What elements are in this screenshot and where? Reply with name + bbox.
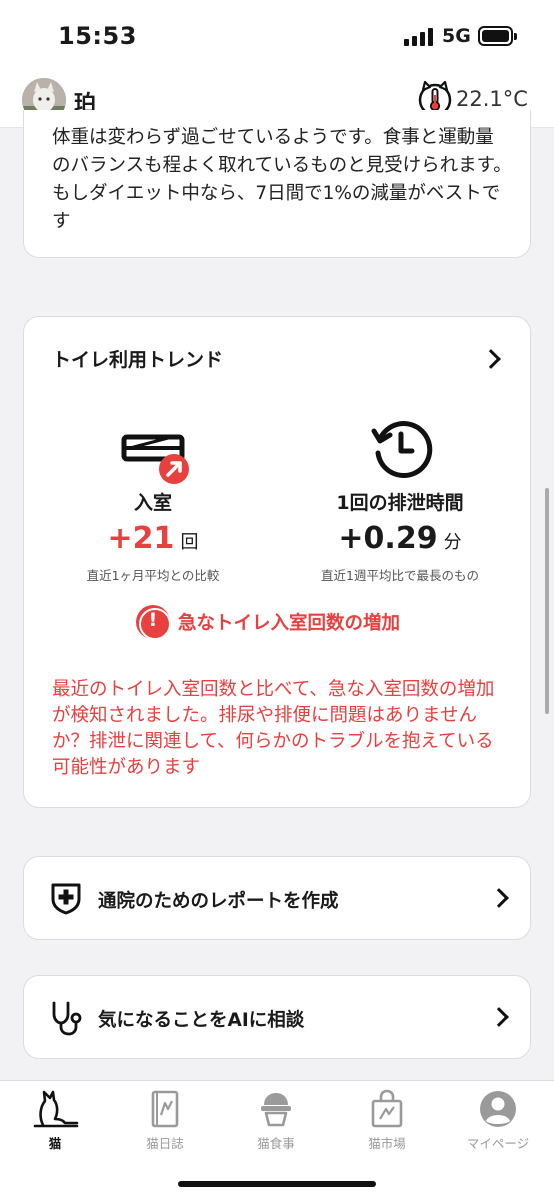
tab-market[interactable]: 猫市場 xyxy=(332,1087,442,1157)
battery-icon xyxy=(478,26,517,46)
duration-label: 1回の排泄時間 xyxy=(336,492,464,514)
toilet-trend-title: トイレ利用トレンド xyxy=(52,349,224,371)
network-type: 5G xyxy=(442,25,471,47)
tab-diary-label: 猫日誌 xyxy=(146,1136,184,1151)
chevron-right-icon[interactable] xyxy=(481,349,501,369)
ai-consult-button[interactable]: 気になることをAIに相談 xyxy=(23,975,531,1059)
create-report-label: 通院のためのレポートを作成 xyxy=(98,891,339,912)
create-report-button[interactable]: 通院のためのレポートを作成 xyxy=(23,856,531,940)
food-bowl-icon xyxy=(261,1093,291,1127)
entry-label: 入室 xyxy=(133,492,172,514)
signal-icon xyxy=(404,28,436,46)
tab-mypage[interactable]: マイページ xyxy=(443,1087,553,1157)
clock-history-icon xyxy=(370,417,434,481)
stethoscope-icon xyxy=(50,1000,82,1036)
alert-title: 急なトイレ入室回数の増加 xyxy=(178,613,401,634)
litter-box-icon xyxy=(120,429,192,485)
home-indicator xyxy=(178,1181,376,1187)
cat-icon xyxy=(33,1090,79,1128)
tab-market-label: 猫市場 xyxy=(368,1136,406,1151)
diary-icon xyxy=(151,1090,179,1128)
ai-consult-label: 気になることをAIに相談 xyxy=(98,1010,305,1031)
duration-value: +0.29 分 xyxy=(280,521,520,556)
alert-description: 最近のトイレ入室回数と比べて、急な入室回数の増加が検知されました。排尿や排便に問… xyxy=(52,679,495,778)
duration-unit: 分 xyxy=(443,532,462,553)
scrollbar[interactable] xyxy=(545,488,549,714)
entry-unit: 回 xyxy=(180,532,199,553)
status-time: 15:53 xyxy=(58,22,137,50)
duration-amount: +0.29 xyxy=(338,521,438,556)
status-bar: 15:53 5G xyxy=(0,0,554,72)
alert-icon xyxy=(136,605,171,640)
medical-shield-icon xyxy=(50,881,82,915)
duration-note: 直近1週平均比で最長のもの xyxy=(321,568,479,583)
entry-note: 直近1ヶ月平均との比較 xyxy=(86,568,220,583)
shopping-bag-icon xyxy=(371,1089,403,1128)
chevron-right-icon xyxy=(489,1007,509,1027)
weight-summary-card: 体重は変わらず過ごせているようです。食事と運動量のバランスも程よく取れているもの… xyxy=(23,110,531,258)
weight-summary-text: 体重は変わらず過ごせているようです。食事と運動量のバランスも程よく取れているもの… xyxy=(52,127,512,232)
toilet-trend-card[interactable]: トイレ利用トレンド 入室 +21 回 直近1ヶ月平均との比較 1回の排泄時間 +0… xyxy=(23,316,531,808)
tab-food-label: 猫食事 xyxy=(257,1136,295,1151)
tab-diary[interactable]: 猫日誌 xyxy=(110,1087,220,1157)
temperature-value: 22.1°C xyxy=(456,87,528,111)
entry-count: +21 xyxy=(107,521,175,556)
tab-mypage-label: マイページ xyxy=(466,1136,530,1151)
tab-cat[interactable]: 猫 xyxy=(0,1087,110,1157)
tab-cat-label: 猫 xyxy=(48,1136,62,1151)
chevron-right-icon xyxy=(489,888,509,908)
user-icon xyxy=(480,1091,516,1127)
tab-food[interactable]: 猫食事 xyxy=(221,1087,331,1157)
entry-value: +21 回 xyxy=(33,521,273,556)
